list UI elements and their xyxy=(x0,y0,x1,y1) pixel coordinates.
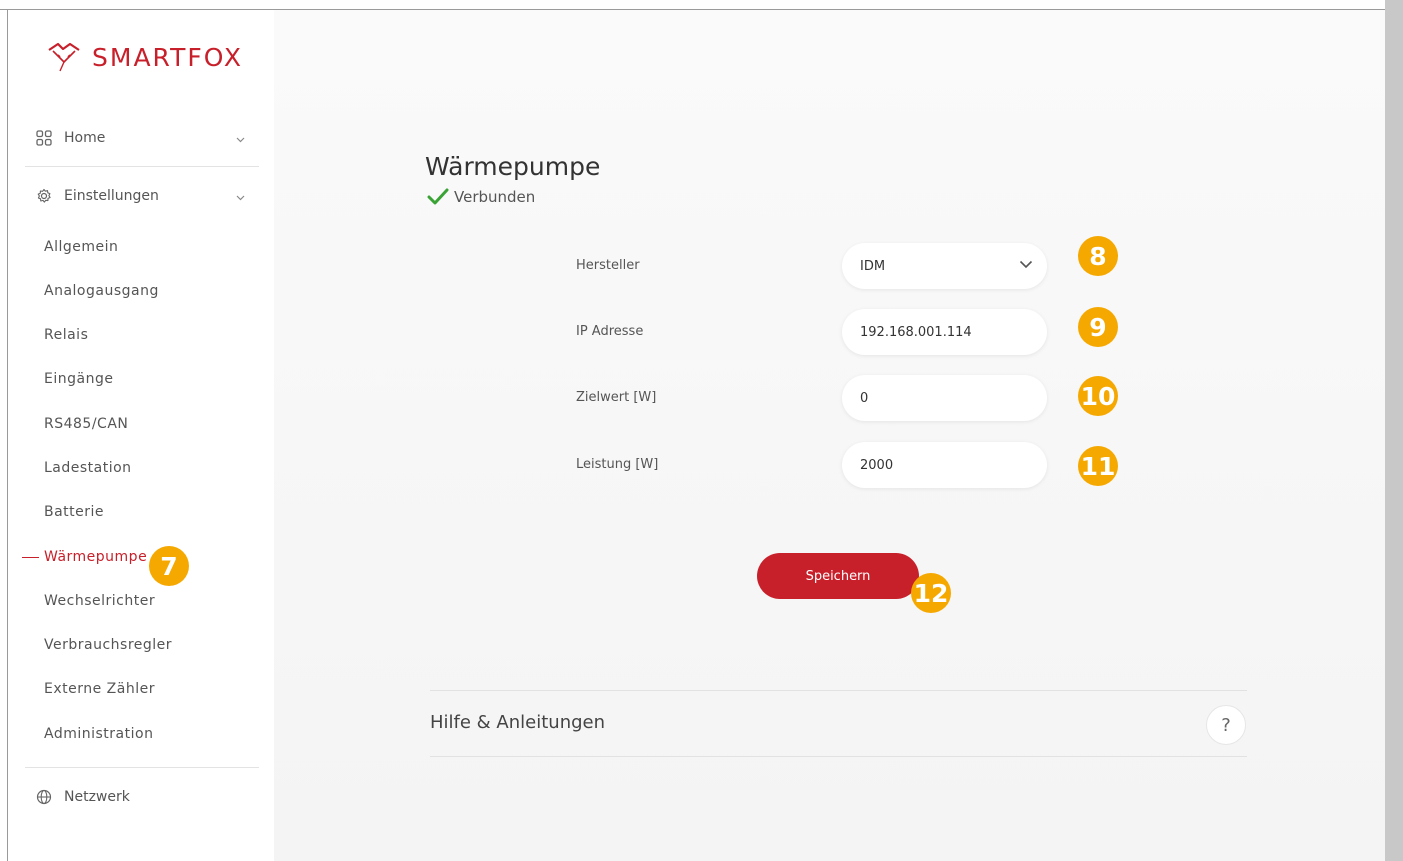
ip-address-label: IP Adresse xyxy=(576,324,644,339)
globe-icon xyxy=(35,788,53,806)
sidebar-item-home[interactable]: Home xyxy=(33,123,259,153)
annotation-badge: 8 xyxy=(1078,236,1118,276)
chevron-down-icon xyxy=(1019,258,1033,273)
fox-logo-icon xyxy=(48,42,80,72)
ip-address-input[interactable]: 192.168.001.114 xyxy=(842,309,1047,355)
sidebar-item-batterie[interactable]: Batterie xyxy=(44,504,104,520)
power-value: 2000 xyxy=(860,457,894,473)
status-text: Verbunden xyxy=(454,188,536,206)
manufacturer-value: IDM xyxy=(860,258,886,274)
gear-icon xyxy=(35,187,53,205)
annotation-badge: 9 xyxy=(1078,307,1118,347)
brand-name: SMARTFOX xyxy=(92,42,243,72)
sidebar-item-label: Netzwerk xyxy=(64,789,130,805)
sidebar-item-relais[interactable]: Relais xyxy=(44,327,88,343)
sidebar-item-verbrauchsregler[interactable]: Verbrauchsregler xyxy=(44,637,172,653)
sidebar-item-label: Home xyxy=(64,130,106,146)
target-value-input[interactable]: 0 xyxy=(842,375,1047,421)
power-label: Leistung [W] xyxy=(576,457,659,472)
sidebar-item-analogausgang[interactable]: Analogausgang xyxy=(44,283,159,299)
target-value-label: Zielwert [W] xyxy=(576,390,657,405)
logo: SMARTFOX xyxy=(46,40,243,74)
sidebar: SMARTFOX Home Einstellungen Allgemein An… xyxy=(8,10,274,861)
sidebar-item-waermepumpe[interactable]: Wärmepumpe xyxy=(44,549,147,565)
sidebar-item-label: Einstellungen xyxy=(64,188,159,204)
scrollbar[interactable] xyxy=(1385,0,1403,861)
annotation-badge: 7 xyxy=(149,546,189,586)
annotation-badge: 10 xyxy=(1078,376,1118,416)
page-title: Wärmepumpe xyxy=(425,152,601,181)
connection-status: Verbunden xyxy=(427,188,535,206)
target-value: 0 xyxy=(860,390,869,406)
ip-address-value: 192.168.001.114 xyxy=(860,324,972,340)
chevron-down-icon xyxy=(236,131,245,147)
sidebar-divider xyxy=(25,767,259,768)
manufacturer-select[interactable]: IDM xyxy=(842,243,1047,289)
power-input[interactable]: 2000 xyxy=(842,442,1047,488)
sidebar-item-settings[interactable]: Einstellungen xyxy=(33,181,259,211)
sidebar-divider xyxy=(25,166,259,167)
help-button[interactable]: ? xyxy=(1206,705,1246,745)
manufacturer-label: Hersteller xyxy=(576,258,640,273)
help-section-title[interactable]: Hilfe & Anleitungen xyxy=(430,712,605,733)
grid-icon xyxy=(35,129,53,147)
chevron-down-icon xyxy=(236,189,245,205)
sidebar-item-netzwerk[interactable]: Netzwerk xyxy=(33,782,259,812)
active-indicator xyxy=(22,557,39,558)
help-divider-bottom xyxy=(430,756,1247,757)
annotation-badge: 11 xyxy=(1078,446,1118,486)
sidebar-item-rs485-can[interactable]: RS485/CAN xyxy=(44,416,128,432)
sidebar-item-eingaenge[interactable]: Eingänge xyxy=(44,371,113,387)
help-divider-top xyxy=(430,690,1247,691)
check-icon xyxy=(427,188,449,205)
annotation-badge: 12 xyxy=(911,573,951,613)
sidebar-item-administration[interactable]: Administration xyxy=(44,726,153,742)
sidebar-item-allgemein[interactable]: Allgemein xyxy=(44,239,118,255)
sidebar-item-ladestation[interactable]: Ladestation xyxy=(44,460,132,476)
sidebar-item-externe-zaehler[interactable]: Externe Zähler xyxy=(44,681,155,697)
save-button[interactable]: Speichern xyxy=(757,553,919,599)
sidebar-item-wechselrichter[interactable]: Wechselrichter xyxy=(44,593,155,609)
